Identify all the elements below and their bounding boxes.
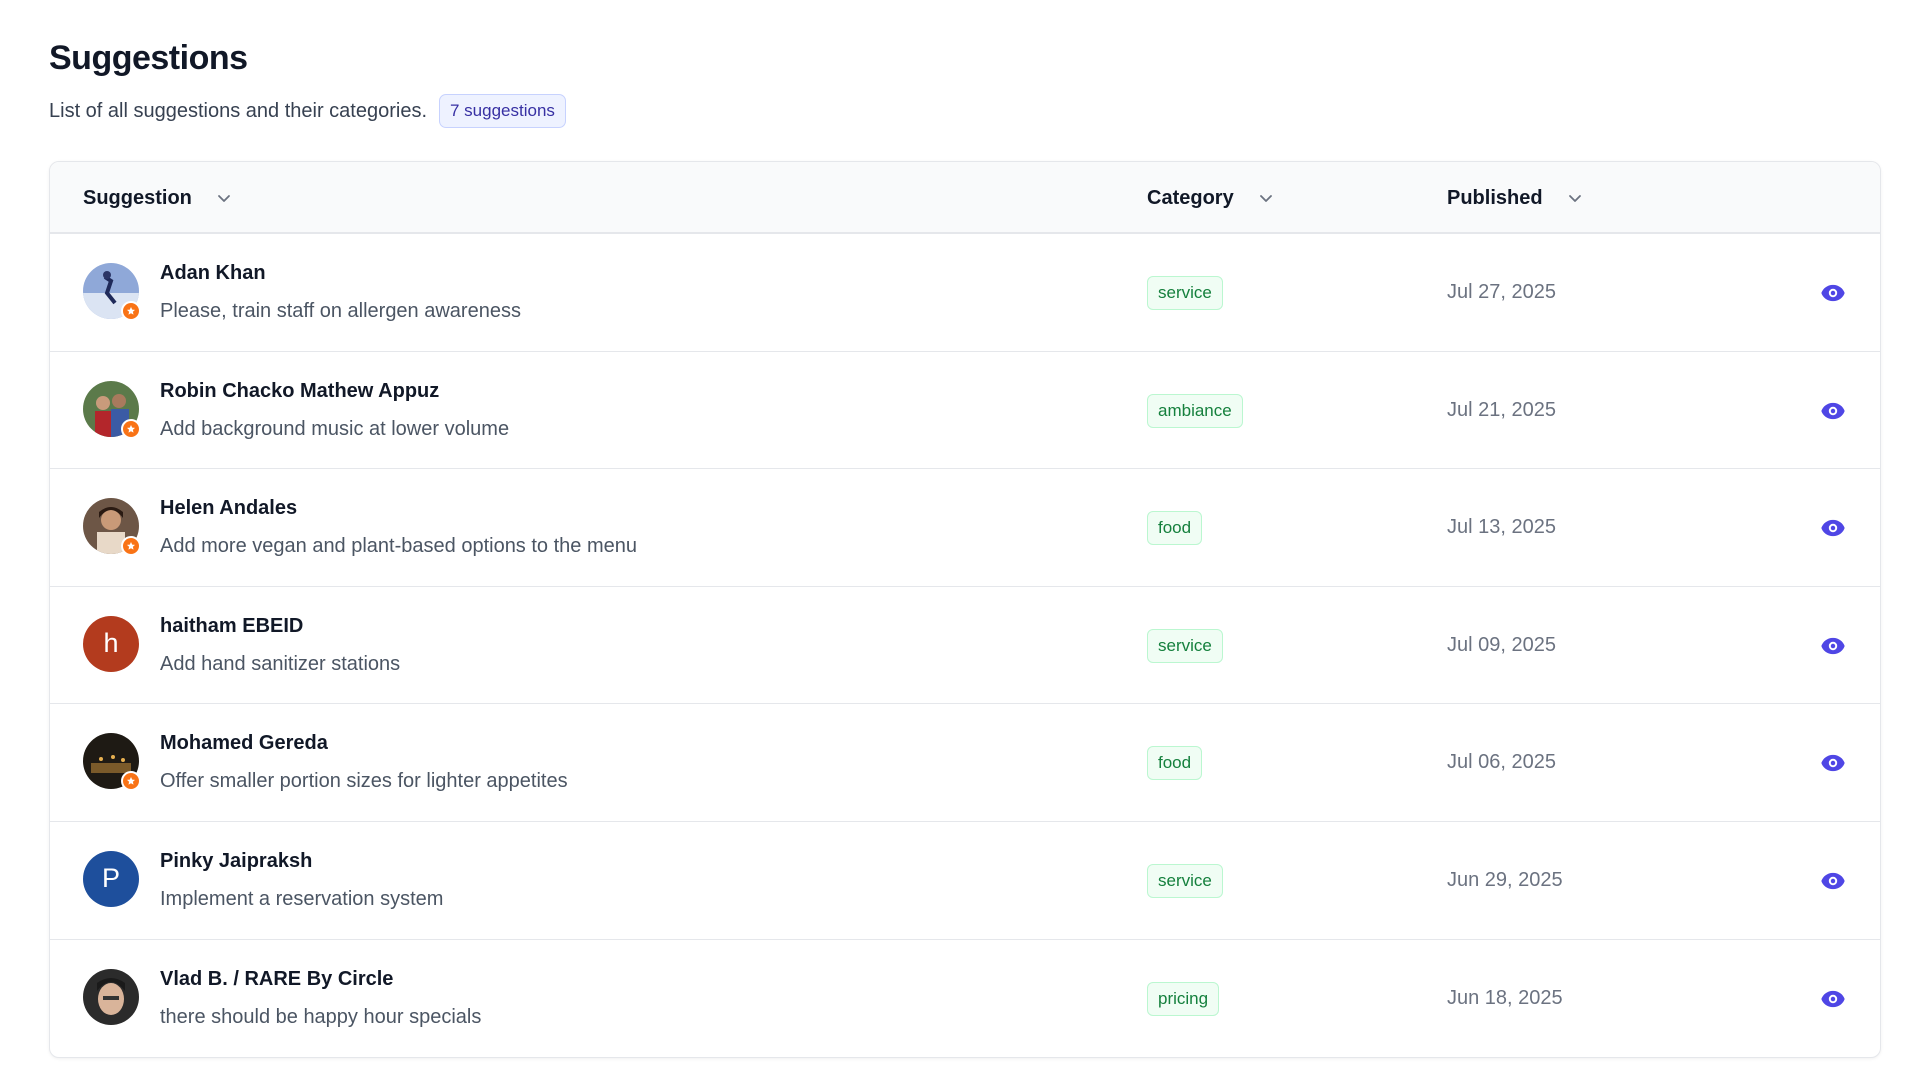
avatar bbox=[83, 380, 141, 439]
eye-icon bbox=[1821, 990, 1845, 1007]
category-tag: food bbox=[1147, 511, 1203, 546]
suggestion-author: Mohamed Gereda bbox=[160, 732, 328, 755]
view-button[interactable] bbox=[1818, 631, 1848, 661]
page-header: Suggestions List of all suggestions and … bbox=[49, 36, 566, 128]
star-badge-icon bbox=[121, 301, 141, 321]
avatar: P bbox=[83, 850, 139, 907]
table-row: P Pinky Jaipraksh Implement a reservatio… bbox=[50, 822, 1880, 940]
eye-icon bbox=[1821, 402, 1845, 419]
column-header-suggestion[interactable]: Suggestion bbox=[83, 162, 232, 234]
eye-icon bbox=[1821, 637, 1845, 654]
suggestion-text: Implement a reservation system bbox=[160, 887, 444, 910]
table-body: Adan Khan Please, train staff on allerge… bbox=[50, 234, 1880, 1057]
column-header-label: Category bbox=[1147, 186, 1234, 209]
chevron-down-icon bbox=[1568, 195, 1581, 202]
table-row: Mohamed Gereda Offer smaller portion siz… bbox=[50, 704, 1880, 822]
avatar-initial: h bbox=[83, 615, 139, 672]
category-tag: service bbox=[1147, 628, 1223, 663]
page-subtitle: List of all suggestions and their catego… bbox=[49, 99, 427, 122]
avatar bbox=[83, 968, 139, 1025]
suggestion-text: Please, train staff on allergen awarenes… bbox=[160, 300, 521, 322]
suggestions-count-badge: 7 suggestions bbox=[439, 94, 566, 128]
avatar: h bbox=[83, 615, 139, 672]
category-tag: service bbox=[1147, 276, 1223, 310]
published-date: Jun 18, 2025 bbox=[1447, 986, 1563, 1009]
avatar bbox=[83, 733, 141, 792]
table-header: Suggestion Category Published bbox=[50, 162, 1880, 234]
published-date: Jul 09, 2025 bbox=[1447, 633, 1556, 656]
suggestion-author: Robin Chacko Mathew Appuz bbox=[160, 379, 440, 402]
suggestion-author: haitham EBEID bbox=[160, 614, 304, 637]
table-row: Adan Khan Please, train staff on allerge… bbox=[50, 234, 1880, 352]
subtitle-row: List of all suggestions and their catego… bbox=[49, 94, 566, 128]
column-header-label: Published bbox=[1447, 186, 1543, 209]
chevron-down-icon bbox=[217, 195, 230, 202]
table-row: Vlad B. / RARE By Circle there should be… bbox=[50, 940, 1880, 1057]
table-row: h haitham EBEID Add hand sanitizer stati… bbox=[50, 587, 1880, 705]
column-header-published[interactable]: Published bbox=[1447, 162, 1583, 234]
view-button[interactable] bbox=[1818, 396, 1848, 426]
column-header-label: Suggestion bbox=[83, 186, 192, 209]
star-badge-icon bbox=[121, 418, 141, 439]
suggestion-text: Offer smaller portion sizes for lighter … bbox=[160, 770, 568, 793]
avatar-photo bbox=[83, 968, 139, 1025]
view-button[interactable] bbox=[1818, 866, 1848, 896]
star-badge-icon bbox=[121, 536, 141, 557]
suggestion-author: Pinky Jaipraksh bbox=[160, 849, 313, 872]
published-date: Jul 13, 2025 bbox=[1447, 516, 1556, 539]
eye-icon bbox=[1821, 520, 1845, 537]
page-title: Suggestions bbox=[49, 39, 248, 77]
eye-icon bbox=[1821, 284, 1845, 302]
view-button[interactable] bbox=[1818, 984, 1848, 1014]
view-button[interactable] bbox=[1818, 748, 1848, 778]
view-button[interactable] bbox=[1818, 513, 1848, 543]
suggestion-author: Adan Khan bbox=[160, 262, 266, 284]
suggestion-author: Vlad B. / RARE By Circle bbox=[160, 967, 394, 990]
suggestion-text: there should be happy hour specials bbox=[160, 1005, 482, 1028]
star-badge-icon bbox=[121, 771, 141, 792]
published-date: Jul 27, 2025 bbox=[1447, 281, 1556, 303]
suggestion-text: Add background music at lower volume bbox=[160, 417, 510, 440]
eye-icon bbox=[1821, 755, 1845, 772]
suggestion-author: Helen Andales bbox=[160, 497, 298, 520]
category-tag: service bbox=[1147, 863, 1223, 898]
published-date: Jun 29, 2025 bbox=[1447, 868, 1563, 891]
avatar-initial: P bbox=[83, 850, 139, 907]
table-row: Robin Chacko Mathew Appuz Add background… bbox=[50, 352, 1880, 470]
column-header-category[interactable]: Category bbox=[1147, 162, 1274, 234]
category-tag: ambiance bbox=[1147, 393, 1243, 428]
page: Suggestions List of all suggestions and … bbox=[0, 0, 1920, 1080]
category-tag: pricing bbox=[1147, 981, 1220, 1016]
suggestion-text: Add more vegan and plant-based options t… bbox=[160, 535, 637, 558]
eye-icon bbox=[1821, 872, 1845, 890]
avatar bbox=[83, 498, 141, 557]
view-button[interactable] bbox=[1818, 278, 1848, 308]
category-tag: food bbox=[1147, 746, 1203, 781]
published-date: Jul 21, 2025 bbox=[1447, 398, 1556, 421]
suggestions-table: Suggestion Category Published Adan Khan … bbox=[49, 161, 1881, 1058]
avatar bbox=[83, 263, 141, 321]
table-row: Helen Andales Add more vegan and plant-b… bbox=[50, 469, 1880, 587]
suggestion-text: Add hand sanitizer stations bbox=[160, 652, 401, 675]
chevron-down-icon bbox=[1259, 195, 1272, 202]
published-date: Jul 06, 2025 bbox=[1447, 751, 1556, 774]
